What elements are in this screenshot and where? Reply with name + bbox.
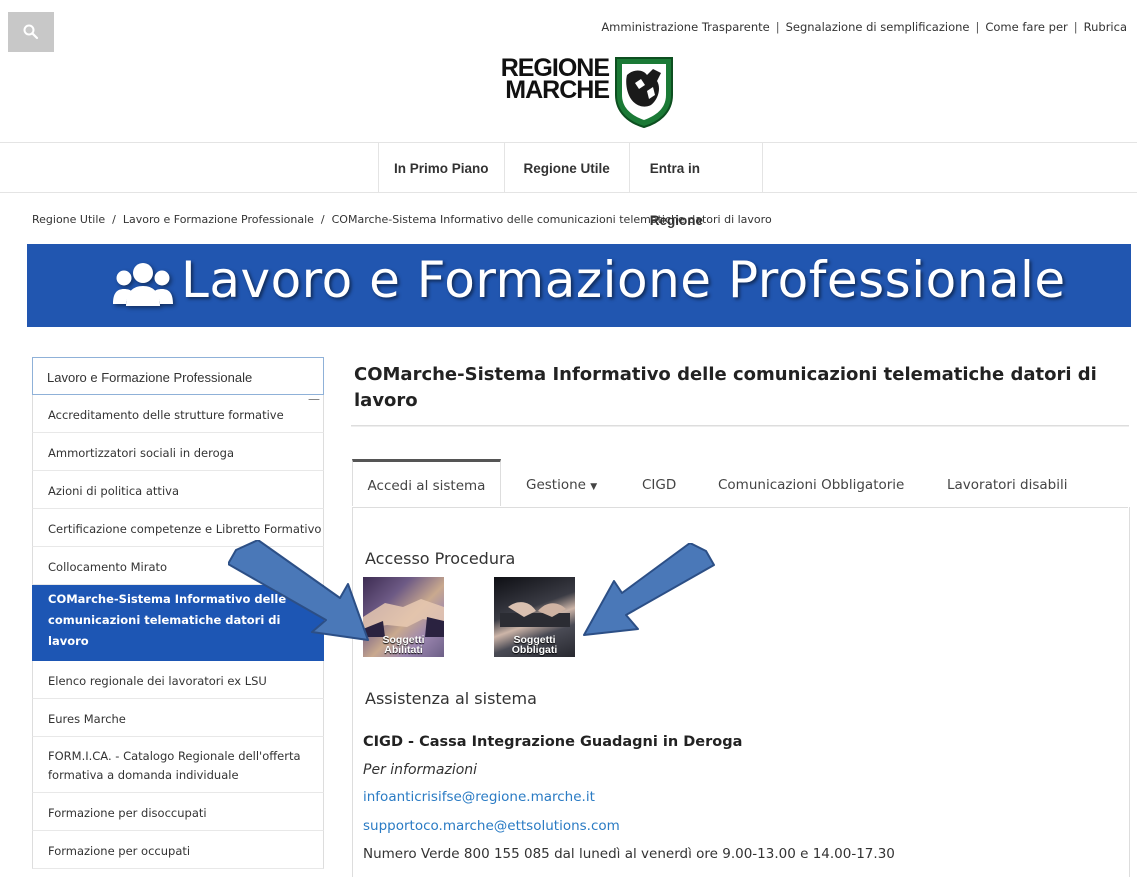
sidebar-item[interactable]: Formazione per occupati <box>32 831 324 869</box>
title-divider <box>351 425 1129 427</box>
sidebar-item[interactable]: Formazione per disoccupati <box>32 793 324 831</box>
logo-line2: MARCHE <box>505 76 610 104</box>
sidebar-item[interactable]: Elenco regionale dei lavoratori ex LSU <box>32 661 324 699</box>
link-come-fare-per[interactable]: Come fare per <box>985 20 1067 34</box>
tab-gestione[interactable]: Gestione ▼ <box>526 459 597 507</box>
tab-bar: Accedi al sistema Gestione ▼ CIGD Comuni… <box>352 459 1128 508</box>
users-group-icon <box>113 263 173 306</box>
top-links: Amministrazione Trasparente | Segnalazione… <box>601 20 1127 34</box>
tab-lavoratori-disabili[interactable]: Lavoratori disabili <box>947 459 1067 507</box>
link-rubrica[interactable]: Rubrica <box>1084 20 1127 34</box>
keyboard-hands-icon <box>500 602 570 627</box>
coat-of-arms-icon <box>615 57 673 128</box>
page-title: COMarche-Sistema Informativo delle comun… <box>354 364 1097 411</box>
sidebar-item[interactable]: Accreditamento delle strutture formative <box>32 395 324 433</box>
tab-cigd[interactable]: CIGD <box>642 459 676 507</box>
assistenza-title: Assistenza al sistema <box>365 689 537 708</box>
tile-label-2: Obbligati <box>511 644 558 656</box>
tab-accedi-al-sistema[interactable]: Accedi al sistema <box>352 459 501 506</box>
nav-items: In Primo Piano Regione Utile Entra in Re… <box>378 143 763 228</box>
breadcrumb-item[interactable]: Regione Utile <box>32 213 105 226</box>
nav-in-primo-piano[interactable]: In Primo Piano <box>379 143 505 192</box>
soggetti-obbligati-button[interactable]: Soggetti Obbligati <box>494 577 575 657</box>
breadcrumb: Regione Utile / Lavoro e Formazione Profes… <box>32 213 772 226</box>
breadcrumb-item-current: COMarche-Sistema Informativo delle comun… <box>331 213 772 226</box>
sidebar-item[interactable]: Azioni di politica attiva <box>32 471 324 509</box>
section-banner: Lavoro e Formazione Professionale <box>27 244 1131 327</box>
sidebar-header[interactable]: Lavoro e Formazione Professionale <box>32 357 324 395</box>
email-link-supporto[interactable]: supportoco.marche@ettsolutions.com <box>363 818 620 834</box>
nav-entra-in-regione[interactable]: Entra in Regione <box>630 143 763 228</box>
tab-gestione-label: Gestione <box>526 477 586 493</box>
search-button[interactable] <box>8 12 54 52</box>
sidebar-item[interactable]: Ammortizzatori sociali in deroga <box>32 433 324 471</box>
link-amministrazione-trasparente[interactable]: Amministrazione Trasparente <box>601 20 769 34</box>
collapse-minus-icon[interactable]: — <box>308 392 320 406</box>
breadcrumb-item[interactable]: Lavoro e Formazione Professionale <box>123 213 314 226</box>
caret-down-icon: ▼ <box>590 482 598 492</box>
annotation-arrow-left <box>228 540 369 641</box>
numero-verde: Numero Verde 800 155 085 dal lunedì al v… <box>363 846 895 862</box>
cigd-title: CIGD - Cassa Integrazione Guadagni in De… <box>363 734 743 750</box>
sidebar-item[interactable]: FORM.I.CA. - Catalogo Regionale dell'off… <box>32 737 324 793</box>
nav-regione-utile[interactable]: Regione Utile <box>505 143 630 192</box>
sidebar-item[interactable]: Eures Marche <box>32 699 324 737</box>
logo-text: REGIONE MARCHE <box>487 56 610 104</box>
annotation-arrow-right <box>583 543 715 636</box>
accesso-title: Accesso Procedura <box>365 549 516 568</box>
regione-marche-logo[interactable]: REGIONE MARCHE <box>487 55 677 130</box>
main-nav: In Primo Piano Regione Utile Entra in Re… <box>0 142 1137 228</box>
link-segnalazione[interactable]: Segnalazione di semplificazione <box>786 20 970 34</box>
email-link-infoanticrisi[interactable]: infoanticrisifse@regione.marche.it <box>363 789 595 805</box>
tab-comunicazioni-obbligatorie[interactable]: Comunicazioni Obbligatorie <box>718 459 904 507</box>
banner-title: Lavoro e Formazione Professionale <box>181 251 1066 309</box>
per-informazioni: Per informazioni <box>363 762 478 778</box>
tile-label: Soggetti Obbligati <box>494 635 575 657</box>
search-icon <box>23 24 39 40</box>
